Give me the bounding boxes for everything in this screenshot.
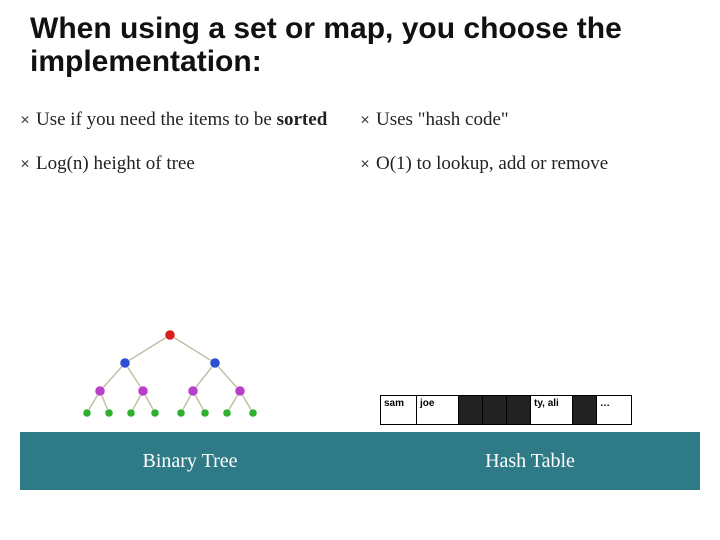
hash-table-diagram: sam joe ty, ali … [380, 395, 680, 425]
text-bold: sorted [277, 109, 328, 130]
bullet-text: O(1) to lookup, add or remove [376, 152, 608, 176]
hash-cell: joe [416, 395, 458, 425]
bullet-icon: ✕ [20, 108, 36, 132]
bullet-text: Uses "hash code" [376, 108, 509, 132]
left-bullet-2: ✕ Log(n) height of tree [20, 152, 350, 176]
bullet-text: Log(n) height of tree [36, 152, 195, 176]
text-fragment: Use if you need the items to be [36, 109, 277, 130]
binary-tree-label: Binary Tree [20, 432, 360, 490]
hash-cell: sam [380, 395, 416, 425]
right-bullet-2: ✕ O(1) to lookup, add or remove [360, 152, 690, 176]
right-bullet-1: ✕ Uses "hash code" [360, 108, 690, 132]
content-columns: ✕ Use if you need the items to be sorted… [20, 108, 700, 196]
bullet-icon: ✕ [360, 108, 376, 132]
hash-cell-empty [506, 395, 530, 425]
bullet-icon: ✕ [20, 152, 36, 176]
left-column: ✕ Use if you need the items to be sorted… [20, 108, 360, 196]
bullet-text: Use if you need the items to be sorted [36, 108, 327, 132]
slide-title: When using a set or map, you choose the … [30, 12, 690, 78]
binary-tree-diagram [75, 325, 265, 420]
bullet-icon: ✕ [360, 152, 376, 176]
hash-cell: … [596, 395, 632, 425]
left-bullet-1: ✕ Use if you need the items to be sorted [20, 108, 350, 132]
hash-cell-empty [458, 395, 482, 425]
hash-cell-empty [572, 395, 596, 425]
right-column: ✕ Uses "hash code" ✕ O(1) to lookup, add… [360, 108, 700, 196]
hash-cell: ty, ali [530, 395, 572, 425]
label-row: Binary Tree Hash Table [20, 432, 700, 490]
hash-cell-empty [482, 395, 506, 425]
hash-table-label: Hash Table [360, 432, 700, 490]
